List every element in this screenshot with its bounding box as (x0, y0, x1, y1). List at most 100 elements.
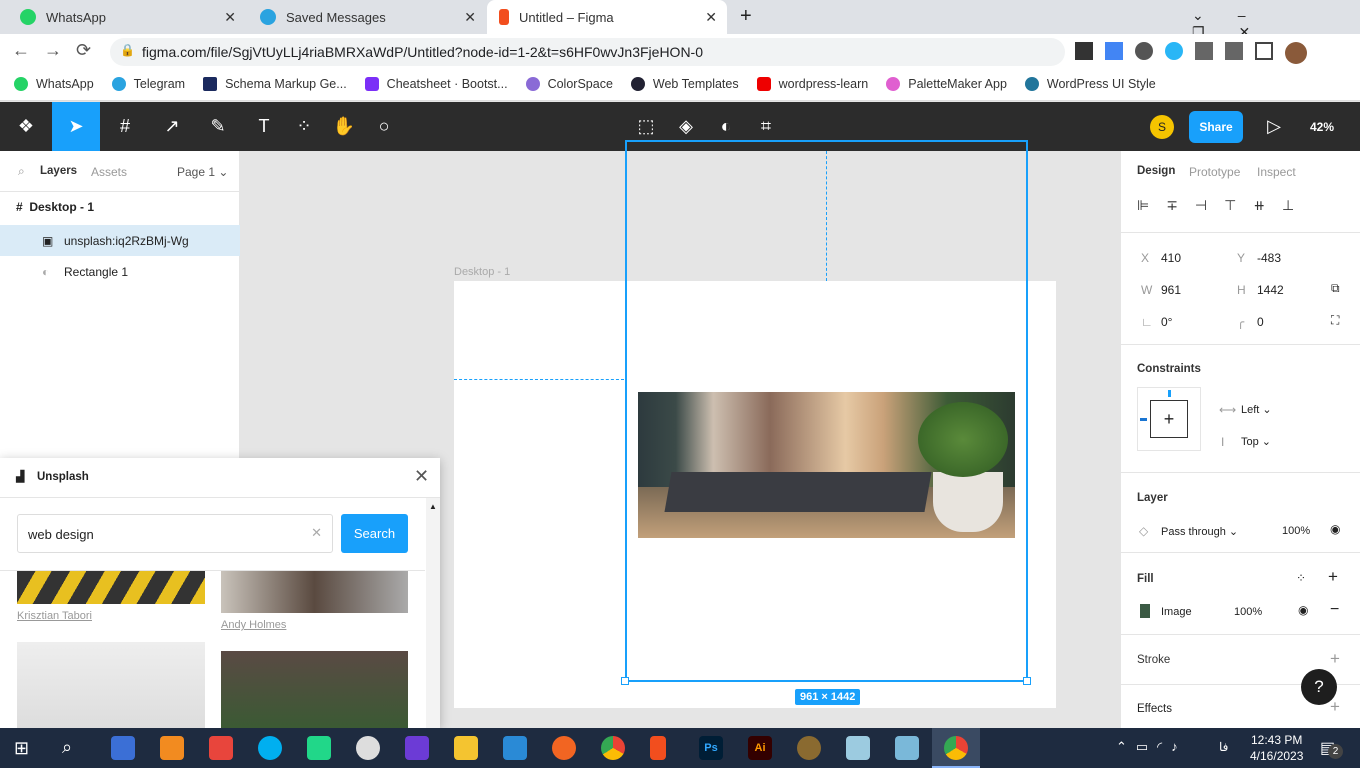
tab-layers[interactable]: Layers (40, 165, 77, 177)
styles-icon[interactable]: ⁘ (1296, 571, 1306, 585)
fill-opacity[interactable]: 100% (1234, 606, 1262, 618)
fill-type[interactable]: Image (1161, 606, 1192, 618)
notification-icon[interactable]: ▤2 (1320, 738, 1343, 759)
bookmark[interactable]: Cheatsheet · Bootst... (364, 77, 508, 91)
url-field[interactable]: 🔒 figma.com/file/SgjVtUyLLj4riaBMRXaWdP/U… (110, 38, 1065, 66)
w-field[interactable]: 961 (1161, 283, 1181, 297)
frame-label[interactable]: Desktop - 1 (454, 266, 510, 278)
photo-credit[interactable]: Krisztian Tabori (17, 610, 92, 622)
layer-frame[interactable]: # Desktop - 1 (16, 200, 94, 214)
file-explorer-icon[interactable] (454, 736, 478, 760)
illustrator-icon[interactable]: Ai (748, 736, 772, 760)
tab-inspect[interactable]: Inspect (1257, 165, 1296, 179)
tab-design[interactable]: Design (1137, 165, 1175, 177)
bookmark[interactable]: ColorSpace (525, 77, 613, 91)
vpn-icon[interactable] (405, 736, 429, 760)
vertical-constraint[interactable]: Top ⌄ (1241, 435, 1271, 448)
result-image[interactable] (17, 642, 205, 728)
x-field[interactable]: 410 (1161, 251, 1181, 265)
text-tool-icon[interactable]: T (244, 102, 284, 151)
main-menu-icon[interactable]: ❖ (6, 102, 46, 151)
app-icon[interactable] (846, 736, 870, 760)
hand-tool-icon[interactable]: ✋ (324, 102, 364, 151)
frame-tool-icon[interactable]: # (105, 102, 145, 151)
new-tab-button[interactable]: + (740, 5, 752, 28)
language-indicator[interactable]: فا (1219, 740, 1228, 754)
resize-handle[interactable] (1023, 677, 1031, 685)
comment-icon[interactable]: ○ (364, 102, 404, 151)
result-image[interactable] (17, 571, 205, 604)
bookmark[interactable]: wordpress-learn (756, 77, 868, 91)
add-fill-icon[interactable]: + (1328, 567, 1338, 587)
scrollbar[interactable]: ▲ (426, 498, 440, 728)
search-input[interactable]: web design ✕ (17, 514, 333, 553)
pen-tool-icon[interactable]: ✎ (198, 102, 238, 151)
add-stroke-icon[interactable]: + (1330, 649, 1340, 669)
align-icons[interactable]: ⊫∓⊣⊤⧺⊥ (1137, 197, 1311, 214)
chrome-active-icon[interactable] (932, 728, 980, 768)
horizontal-constraint[interactable]: Left ⌄ (1241, 403, 1272, 416)
vscode-icon[interactable] (503, 736, 527, 760)
tab-figma[interactable]: Untitled – Figma ✕ (487, 0, 727, 34)
tab-prototype[interactable]: Prototype (1189, 165, 1240, 179)
close-icon[interactable]: ✕ (464, 9, 476, 26)
resize-handle[interactable] (621, 677, 629, 685)
shape-tool-icon[interactable]: ↗ (152, 102, 192, 151)
result-image[interactable] (221, 651, 408, 728)
extensions[interactable] (1075, 42, 1307, 64)
app-icon[interactable] (797, 736, 821, 760)
layer-rectangle[interactable]: ◐ Rectangle 1 (0, 257, 240, 285)
layer-opacity[interactable]: 100% (1282, 525, 1310, 537)
y-field[interactable]: -483 (1257, 251, 1281, 265)
tab-telegram[interactable]: Saved Messages ✕ (248, 0, 486, 34)
page-selector[interactable]: Page 1 ⌄ (177, 165, 228, 179)
image-swatch[interactable] (1140, 604, 1150, 618)
unsplash-image[interactable] (638, 392, 1015, 538)
nav-buttons[interactable]: ←→⟳ (12, 40, 105, 61)
bookmark[interactable]: WordPress UI Style (1024, 77, 1156, 91)
share-button[interactable]: Share (1189, 111, 1243, 143)
clear-icon[interactable]: ✕ (311, 525, 322, 541)
xampp-icon[interactable] (160, 736, 184, 760)
chrome-icon[interactable] (601, 736, 625, 760)
eye-icon[interactable]: ◉ (1298, 603, 1308, 617)
remove-fill-icon[interactable]: − (1330, 601, 1339, 619)
search-button[interactable]: Search (341, 514, 408, 553)
bookmark[interactable]: WhatsApp (14, 77, 94, 91)
app-icon[interactable] (356, 736, 380, 760)
result-image[interactable] (221, 571, 408, 613)
bookmark[interactable]: Schema Markup Ge... (203, 77, 347, 91)
independent-corners-icon[interactable]: ⛶ (1331, 313, 1339, 328)
constrain-proportions-icon[interactable]: ⧉ (1331, 281, 1340, 296)
help-button[interactable]: ? (1301, 669, 1337, 705)
search-icon[interactable]: ⌕ (62, 737, 72, 758)
app-icon[interactable] (552, 736, 576, 760)
figma-icon[interactable] (650, 736, 666, 760)
present-icon[interactable]: ▷ (1254, 102, 1294, 151)
app-icon[interactable] (111, 736, 135, 760)
photo-credit[interactable]: Andy Holmes (221, 619, 286, 631)
radius-field[interactable]: 0 (1257, 315, 1264, 329)
rotation-field[interactable]: 0° (1161, 315, 1172, 329)
anydesk-icon[interactable] (209, 736, 233, 760)
constraints-widget[interactable]: + (1137, 387, 1201, 451)
h-field[interactable]: 1442 (1257, 283, 1284, 297)
bookmark[interactable]: Web Templates (630, 77, 739, 91)
app-icon[interactable] (895, 736, 919, 760)
move-tool-icon[interactable]: ➤ (52, 102, 100, 151)
close-icon[interactable]: ✕ (414, 466, 429, 487)
bookmark[interactable]: PaletteMaker App (886, 77, 1007, 91)
system-tray-icons[interactable]: ⌃▭◜♪ (1116, 739, 1187, 755)
layer-image[interactable]: ▣ unsplash:iq2RzBMj-Wg (0, 225, 240, 256)
tab-assets[interactable]: Assets (91, 165, 127, 179)
windows-start-icon[interactable]: ⊞ (14, 738, 29, 759)
avatar[interactable]: S (1150, 115, 1174, 139)
bookmark[interactable]: Telegram (111, 77, 185, 91)
search-icon[interactable]: ⌕ (18, 164, 25, 179)
blend-mode-select[interactable]: Pass through ⌄ (1161, 525, 1238, 538)
skype-icon[interactable] (258, 736, 282, 760)
resources-icon[interactable]: ⁘ (284, 102, 324, 151)
photoshop-icon[interactable]: Ps (699, 736, 723, 760)
zoom-level[interactable]: 42% (1310, 120, 1334, 134)
tab-whatsapp[interactable]: WhatsApp ✕ (8, 0, 246, 34)
